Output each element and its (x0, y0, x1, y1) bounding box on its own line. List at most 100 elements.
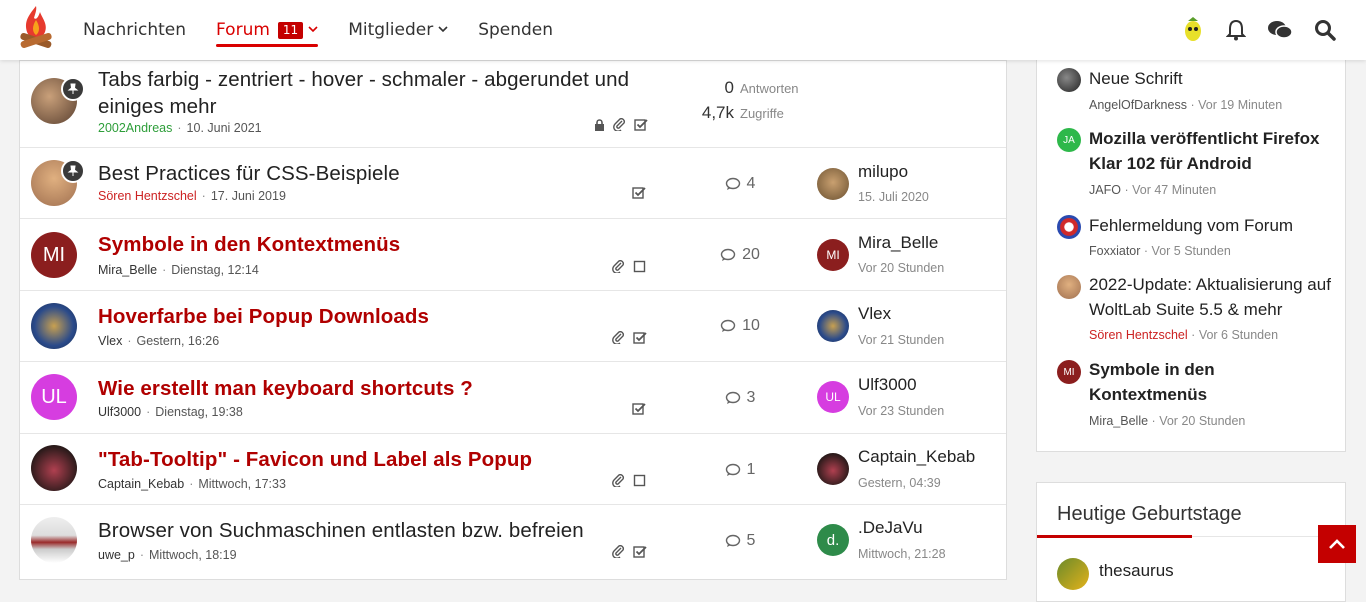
nav-item-mitglieder[interactable]: Mitglieder (348, 0, 448, 60)
last-post-time[interactable]: Gestern, 04:39 (858, 476, 941, 490)
last-poster-avatar[interactable] (817, 310, 849, 342)
topic-title[interactable]: Best Practices für CSS-Beispiele (98, 160, 400, 187)
last-poster-avatar[interactable] (817, 453, 849, 485)
site-logo[interactable] (18, 4, 54, 52)
post-time: Vor 20 Stunden (1159, 414, 1246, 428)
paperclip-icon (612, 545, 625, 558)
reply-count: 10 (710, 317, 770, 335)
last-poster-name[interactable]: Mira_Belle (858, 233, 938, 253)
topic-title[interactable]: Tabs farbig - zentriert - hover - schmal… (98, 66, 658, 120)
paperclip-icon (613, 118, 626, 131)
avatar[interactable] (1057, 68, 1081, 92)
author-link[interactable]: 2002Andreas (98, 121, 172, 135)
topic-list: Tabs farbig - zentriert - hover - schmal… (19, 60, 1007, 580)
meta-separator: · (1151, 414, 1156, 428)
avatar[interactable]: MI (1057, 360, 1081, 384)
sidebar-post-title[interactable]: Neue Schrift (1089, 66, 1334, 91)
author-link[interactable]: Mira_Belle (98, 263, 157, 277)
topic-row[interactable]: UL Wie erstellt man keyboard shortcuts ?… (20, 362, 1006, 434)
author-link[interactable]: Captain_Kebab (98, 477, 184, 491)
sidebar-post-title[interactable]: Mozilla veröffentlicht Firefox Klar 102 … (1089, 126, 1334, 176)
user-avatar-icon[interactable] (1182, 17, 1204, 43)
last-poster-avatar[interactable]: d. (817, 524, 849, 556)
last-post-time[interactable]: Vor 23 Stunden (858, 404, 944, 418)
nav-item-forum[interactable]: Forum 11 (216, 0, 319, 60)
topic-stats: 0 Antworten 4,7k Zugriffe (670, 78, 799, 128)
scroll-to-top-button[interactable] (1318, 525, 1356, 563)
bell-icon[interactable] (1226, 19, 1246, 41)
square-icon (633, 260, 646, 273)
last-poster-avatar[interactable]: UL (817, 381, 849, 413)
sidebar-post-title[interactable]: 2022-Update: Aktualisierung auf WoltLab … (1089, 272, 1334, 322)
nav-item-spenden[interactable]: Spenden (478, 0, 553, 60)
topic-row[interactable]: "Tab-Tooltip" - Favicon und Label als Po… (20, 434, 1006, 505)
view-count: 4,7k (701, 103, 734, 122)
topic-date: Gestern, 16:26 (136, 334, 220, 348)
comment-icon (725, 534, 740, 547)
avatar[interactable]: MI (31, 232, 77, 278)
topic-title[interactable]: Browser von Suchmaschinen entlasten bzw.… (98, 517, 584, 544)
last-poster-name[interactable]: milupo (858, 162, 908, 182)
author-link[interactable]: JAFO (1089, 183, 1121, 197)
conversations-icon[interactable] (1268, 20, 1292, 40)
comment-icon (720, 319, 736, 332)
last-poster-name[interactable]: Captain_Kebab (858, 447, 975, 467)
avatar[interactable] (1057, 215, 1081, 239)
topic-row[interactable]: Browser von Suchmaschinen entlasten bzw.… (20, 505, 1006, 581)
last-post-time[interactable]: Mittwoch, 21:28 (858, 547, 946, 561)
avatar[interactable]: JA (1057, 128, 1081, 152)
nav-item-nachrichten[interactable]: Nachrichten (83, 0, 186, 60)
topic-meta: Captain_Kebab · Mittwoch, 17:33 (98, 477, 286, 491)
last-poster-name[interactable]: .DeJaVu (858, 518, 923, 538)
topic-date: 17. Juni 2019 (210, 189, 286, 203)
birthday-user[interactable]: thesaurus (1099, 561, 1174, 581)
square-icon (633, 474, 646, 487)
last-poster-avatar[interactable]: MI (817, 239, 849, 271)
paperclip-icon (612, 260, 625, 273)
meta-separator: · (177, 121, 182, 135)
last-post-time[interactable]: Vor 20 Stunden (858, 261, 944, 275)
nav-label: Spenden (478, 20, 554, 40)
avatar[interactable] (31, 303, 77, 349)
topic-row[interactable]: Hoverfarbe bei Popup Downloads Vlex · Gest… (20, 291, 1006, 362)
last-post-time[interactable]: 15. Juli 2020 (858, 190, 929, 204)
topic-row[interactable]: Best Practices für CSS-Beispiele Sören H… (20, 148, 1006, 219)
last-poster-name[interactable]: Ulf3000 (858, 375, 917, 395)
topic-title[interactable]: "Tab-Tooltip" - Favicon und Label als Po… (98, 446, 532, 473)
author-link[interactable]: Ulf3000 (98, 405, 141, 419)
last-poster-name[interactable]: Vlex (858, 304, 891, 324)
author-link[interactable]: uwe_p (98, 548, 135, 562)
sidebar-post-title[interactable]: Symbole in den Kontextmenüs (1089, 357, 1334, 407)
avatar[interactable] (1057, 275, 1081, 299)
sidebar-post-title[interactable]: Fehlermeldung vom Forum (1089, 213, 1334, 238)
sidebar-birthdays: Heutige Geburtstage thesaurus (1036, 482, 1346, 602)
author-link[interactable]: AngelOfDarkness (1089, 98, 1187, 112)
last-post-time[interactable]: Vor 21 Stunden (858, 333, 944, 347)
last-poster-avatar[interactable] (817, 168, 849, 200)
topic-status-icons (624, 186, 646, 199)
author-link[interactable]: Sören Hentzschel (98, 189, 197, 203)
search-icon[interactable] (1314, 19, 1336, 41)
avatar[interactable] (1057, 558, 1089, 590)
reply-number: 5 (746, 532, 756, 549)
author-link[interactable]: Vlex (98, 334, 122, 348)
topic-title[interactable]: Symbole in den Kontextmenüs (98, 231, 400, 258)
topic-status-icons (586, 118, 648, 131)
topic-row[interactable]: Tabs farbig - zentriert - hover - schmal… (20, 61, 1006, 148)
comment-icon (725, 463, 740, 476)
topic-row[interactable]: MI Symbole in den Kontextmenüs Mira_Bell… (20, 219, 1006, 291)
avatar[interactable]: UL (31, 374, 77, 420)
avatar[interactable] (31, 517, 77, 563)
author-link[interactable]: Mira_Belle (1089, 414, 1148, 428)
topic-title[interactable]: Hoverfarbe bei Popup Downloads (98, 303, 429, 330)
meta-separator: · (1190, 98, 1195, 112)
lock-icon (594, 118, 605, 131)
author-link[interactable]: Sören Hentzschel (1089, 328, 1188, 342)
author-link[interactable]: Foxxiator (1089, 244, 1140, 258)
sidebar-post-meta: Sören Hentzschel · Vor 6 Stunden (1089, 328, 1278, 342)
answer-count: 0 (724, 78, 734, 97)
topic-title[interactable]: Wie erstellt man keyboard shortcuts ? (98, 375, 473, 402)
sidebar-post-meta: JAFO · Vor 47 Minuten (1089, 183, 1216, 197)
avatar[interactable] (31, 445, 77, 491)
reply-number: 20 (742, 246, 760, 263)
